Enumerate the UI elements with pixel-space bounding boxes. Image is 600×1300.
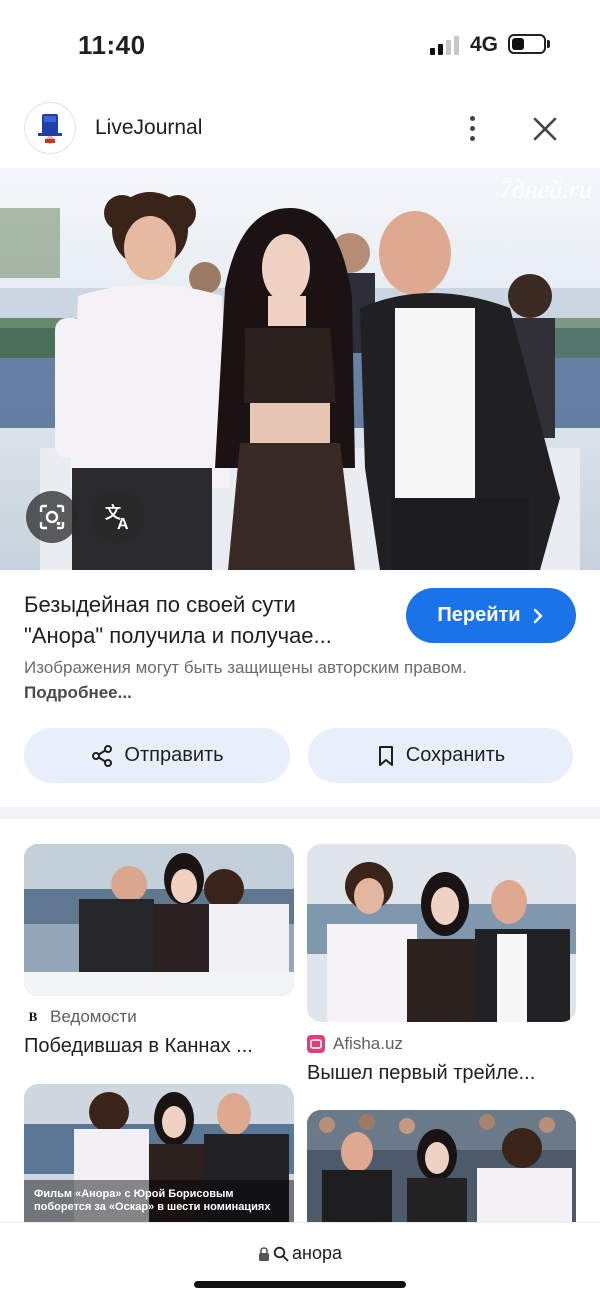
network-type: 4G (470, 33, 499, 56)
lock-icon (259, 1246, 269, 1261)
svg-text:A: A (117, 516, 129, 532)
related-source-1[interactable]: B Ведомости (24, 1007, 137, 1027)
save-button[interactable]: Сохранить (308, 728, 573, 783)
vedomosti-favicon-icon: B (28, 1009, 38, 1024)
more-options-button[interactable] (456, 108, 488, 148)
home-indicator[interactable] (194, 1281, 406, 1288)
livejournal-favicon-icon[interactable] (24, 102, 76, 154)
share-label: Отправить (124, 744, 224, 766)
related-image-1[interactable] (24, 844, 294, 996)
related-image-2[interactable] (307, 844, 576, 1022)
url-bar[interactable]: анора (0, 1243, 600, 1264)
visit-label: Перейти (437, 604, 521, 626)
translate-icon: 文 A (105, 503, 129, 532)
related-source-2[interactable]: Afisha.uz (307, 1034, 403, 1054)
afisha-favicon-icon (307, 1035, 325, 1053)
source-header: LiveJournal (0, 98, 600, 160)
battery-icon (508, 34, 546, 54)
hero-image[interactable]: 7дней.ru (0, 168, 600, 570)
visit-button[interactable]: Перейти (406, 588, 576, 643)
site-name[interactable]: LiveJournal (95, 116, 202, 140)
result-title-line-2: "Анора" получила и получае... (24, 623, 332, 648)
related-image-4[interactable] (307, 1110, 576, 1222)
related-image-3-caption: Фильм «Анора» с Юрой Борисовым поборется… (34, 1188, 271, 1213)
translate-button[interactable]: 文 A (92, 491, 144, 543)
copyright-notice: Изображения могут быть защищены авторски… (24, 658, 467, 702)
bookmark-icon (378, 745, 393, 766)
save-label: Сохранить (405, 744, 506, 766)
share-icon (92, 744, 113, 767)
search-icon (273, 1246, 289, 1261)
related-title-2[interactable]: Вышел первый трейле... (307, 1062, 576, 1085)
lens-search-button[interactable] (26, 491, 78, 543)
status-time: 11:40 (78, 30, 146, 60)
related-image-3[interactable]: Фильм «Анора» с Юрой Борисовым поборется… (24, 1084, 294, 1222)
result-title-line-1: Безыдейная по своей сути (24, 592, 296, 617)
lens-icon (39, 504, 65, 530)
close-icon[interactable] (528, 112, 562, 146)
share-button[interactable]: Отправить (24, 728, 290, 783)
result-title[interactable]: Безыдейная по своей сути "Анора" получил… (24, 589, 394, 651)
section-divider (0, 807, 600, 819)
learn-more-link[interactable]: Подробнее... (24, 683, 132, 702)
search-query: анора (292, 1243, 342, 1263)
watermark: 7дней.ru (499, 175, 592, 204)
bottom-bar: анора (0, 1222, 600, 1300)
cellular-signal-icon (430, 35, 462, 55)
related-title-1[interactable]: Победившая в Каннах ... (24, 1035, 294, 1058)
status-bar: 11:40 4G (0, 0, 600, 90)
chevron-right-icon (533, 608, 543, 623)
